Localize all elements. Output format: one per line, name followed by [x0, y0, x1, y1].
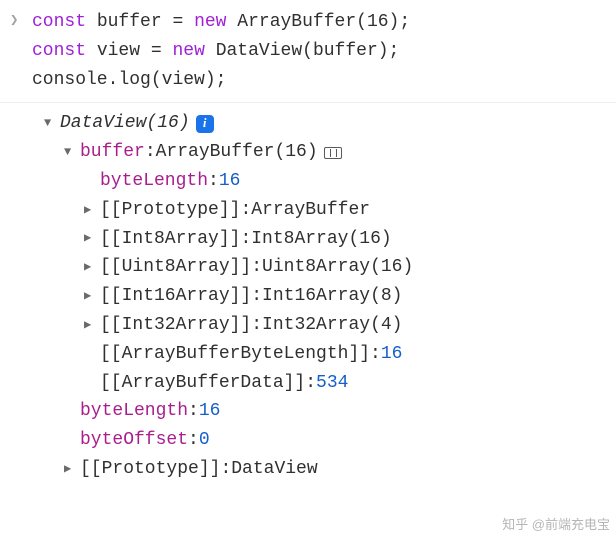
- prop-prototype-arraybuffer[interactable]: [[Prototype]]: ArrayBuffer: [44, 196, 616, 225]
- prop-value: 16: [381, 340, 403, 369]
- root-label: DataView(16): [60, 109, 190, 138]
- prop-value: Int8Array(16): [251, 225, 391, 254]
- code-line-3: console.log(view);: [32, 66, 616, 95]
- prop-key: buffer: [80, 138, 145, 167]
- prop-key: [[Prototype]]: [100, 196, 240, 225]
- code-line-2: const view = new DataView(buffer);: [32, 37, 616, 66]
- prop-value: ArrayBuffer(16): [156, 138, 318, 167]
- prop-uint8array[interactable]: [[Uint8Array]]: Uint8Array(16): [44, 253, 616, 282]
- prop-arraybuffer-data: [[ArrayBufferData]]: 534: [44, 369, 616, 398]
- prop-int32array[interactable]: [[Int32Array]]: Int32Array(4): [44, 311, 616, 340]
- watermark: 知乎 @前端充电宝: [502, 515, 610, 536]
- prop-key: [[ArrayBufferByteLength]]: [100, 340, 370, 369]
- prop-byteoffset: byteOffset: 0: [44, 426, 616, 455]
- info-icon[interactable]: i: [196, 115, 214, 133]
- prop-value: 0: [199, 426, 210, 455]
- prop-key: byteLength: [100, 167, 208, 196]
- prop-value: Int16Array(8): [262, 282, 402, 311]
- expand-arrow-icon[interactable]: [84, 316, 98, 335]
- memory-icon[interactable]: [324, 147, 342, 159]
- prompt-caret-icon: ❯: [10, 10, 18, 32]
- prop-key: [[Int16Array]]: [100, 282, 251, 311]
- expand-arrow-icon[interactable]: [84, 287, 98, 306]
- prop-key: byteLength: [80, 397, 188, 426]
- prop-value: DataView: [231, 455, 317, 484]
- prop-value: ArrayBuffer: [251, 196, 370, 225]
- prop-prototype-dataview[interactable]: [[Prototype]]: DataView: [44, 455, 616, 484]
- tree-root[interactable]: DataView(16) i: [44, 109, 616, 138]
- prop-key: byteOffset: [80, 426, 188, 455]
- prop-int16array[interactable]: [[Int16Array]]: Int16Array(8): [44, 282, 616, 311]
- prop-value: 16: [199, 397, 221, 426]
- prop-arraybuffer-bytelength: [[ArrayBufferByteLength]]: 16: [44, 340, 616, 369]
- prop-key: [[ArrayBufferData]]: [100, 369, 305, 398]
- prop-int8array[interactable]: [[Int8Array]]: Int8Array(16): [44, 225, 616, 254]
- prop-key: [[Prototype]]: [80, 455, 220, 484]
- prop-buffer[interactable]: buffer: ArrayBuffer(16): [44, 138, 616, 167]
- code-line-1: const buffer = new ArrayBuffer(16);: [32, 8, 616, 37]
- code-input-block: ❯ const buffer = new ArrayBuffer(16); co…: [0, 0, 616, 103]
- prop-value: Int32Array(4): [262, 311, 402, 340]
- expand-arrow-icon[interactable]: [84, 258, 98, 277]
- prop-bytelength: byteLength: 16: [44, 397, 616, 426]
- prop-value: 534: [316, 369, 348, 398]
- prop-key: [[Uint8Array]]: [100, 253, 251, 282]
- prop-key: [[Int8Array]]: [100, 225, 240, 254]
- expand-arrow-icon[interactable]: [84, 229, 98, 248]
- prop-value: 16: [219, 167, 241, 196]
- expand-arrow-icon[interactable]: [44, 114, 58, 133]
- prop-buffer-bytelength: byteLength: 16: [44, 167, 616, 196]
- console-output-tree: DataView(16) i buffer: ArrayBuffer(16) b…: [0, 103, 616, 489]
- prop-key: [[Int32Array]]: [100, 311, 251, 340]
- expand-arrow-icon[interactable]: [64, 143, 78, 162]
- prop-value: Uint8Array(16): [262, 253, 413, 282]
- expand-arrow-icon[interactable]: [64, 460, 78, 479]
- expand-arrow-icon[interactable]: [84, 201, 98, 220]
